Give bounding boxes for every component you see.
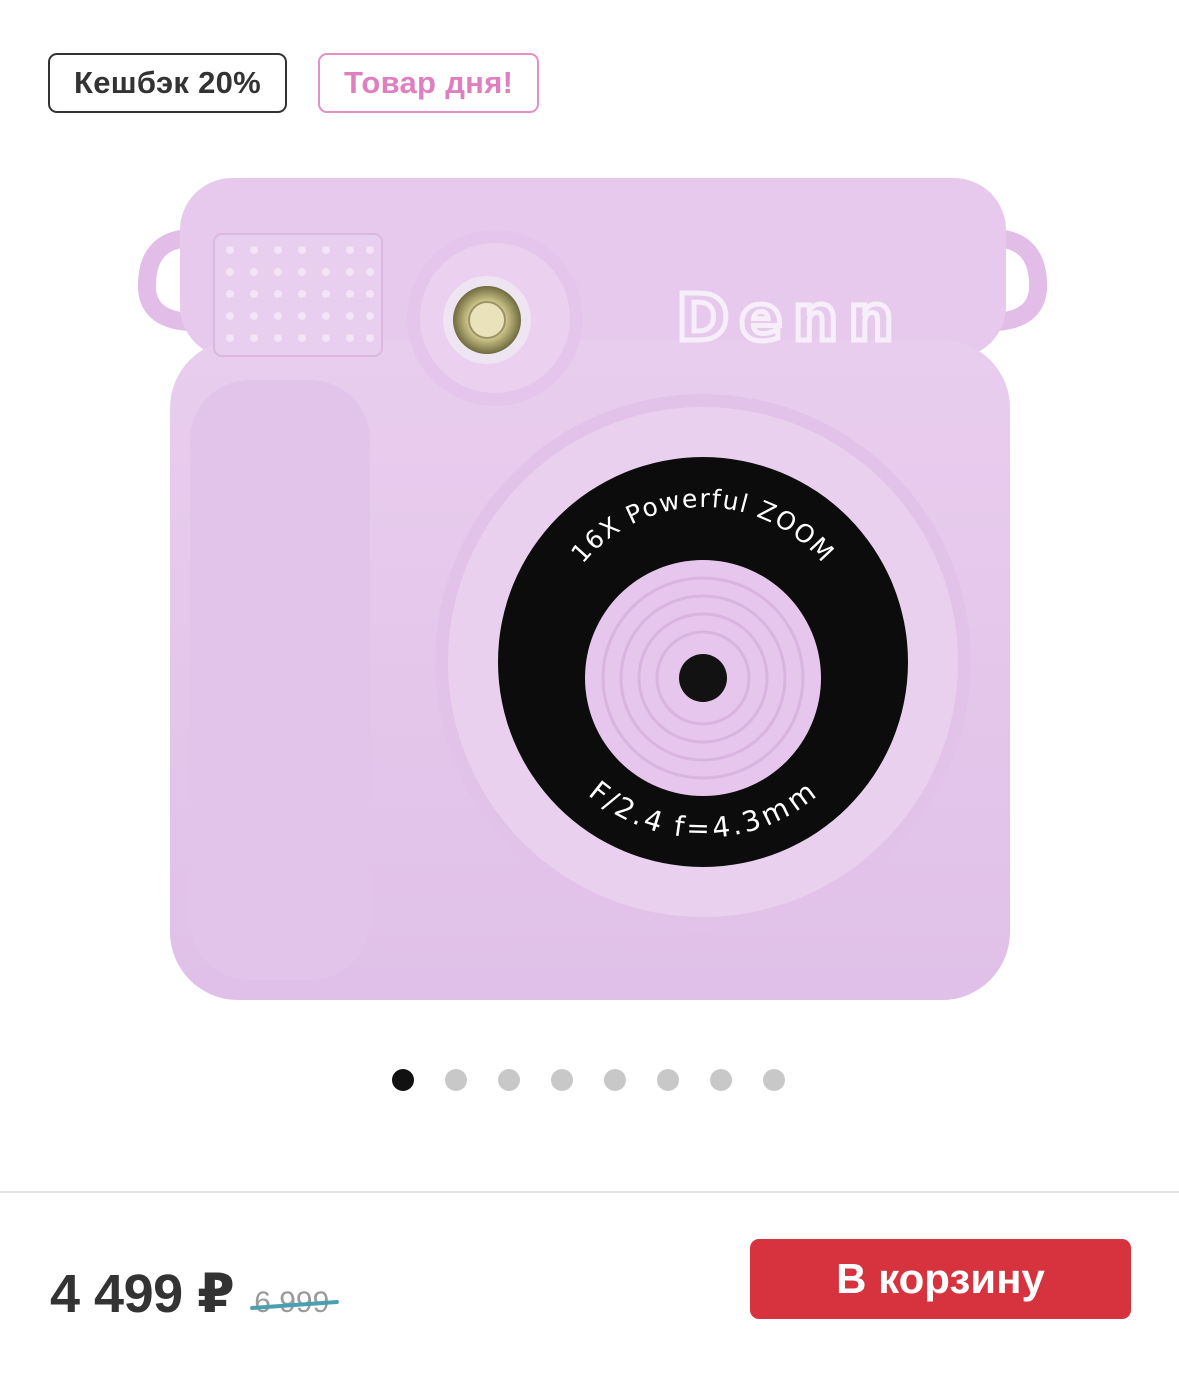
grip-pad [213,233,383,357]
price-block: 4 499 ₽ 6 999 [50,1262,340,1325]
current-price: 4 499 ₽ [50,1264,235,1324]
add-to-cart-button[interactable]: В корзину [750,1239,1131,1319]
product-image-gallery[interactable]: Denn 16X Powerful ZOOM F/2.4 f=4.3mm [0,140,1179,1040]
gallery-dot[interactable] [709,1069,732,1091]
brand-logo: Denn [676,282,904,356]
gallery-dot[interactable] [762,1069,785,1091]
product-image: Denn 16X Powerful ZOOM F/2.4 f=4.3mm [137,178,1048,1000]
gallery-dot[interactable] [497,1069,520,1091]
gallery-dot[interactable] [656,1069,679,1091]
deal-of-day-badge: Товар дня! [318,53,540,113]
gallery-dot[interactable] [391,1069,414,1091]
old-price: 6 999 [250,1286,340,1320]
cashback-badge: Кешбэк 20% [48,53,288,113]
gallery-dot[interactable] [550,1069,573,1091]
badges: Кешбэк 20% Товар дня! [48,53,540,113]
gallery-pagination [0,1069,1179,1091]
gallery-dot[interactable] [603,1069,626,1091]
divider [0,1191,1179,1193]
gallery-dot[interactable] [444,1069,467,1091]
flash-icon [407,230,583,406]
